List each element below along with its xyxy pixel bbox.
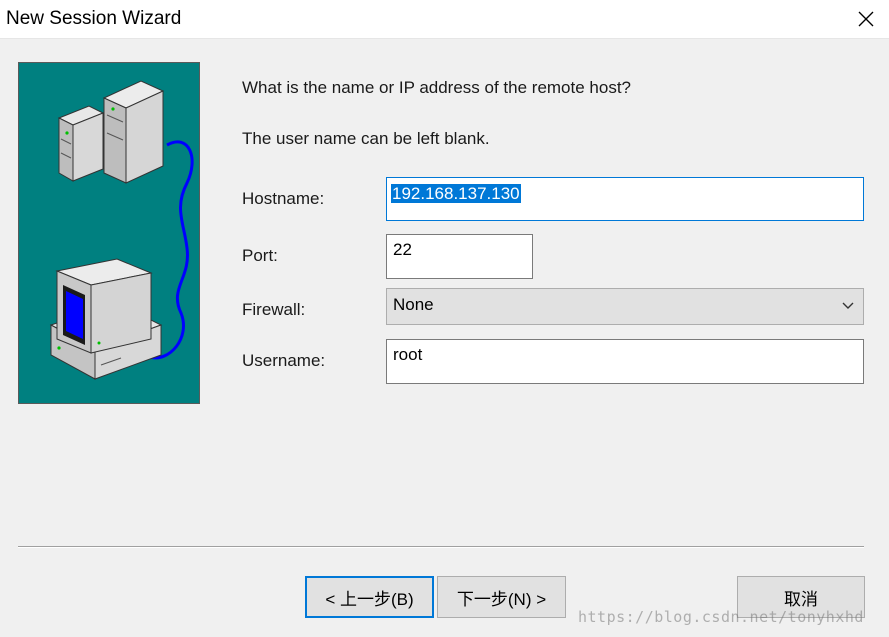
prompt-hint: The user name can be left blank. bbox=[242, 129, 490, 148]
username-label: Username: bbox=[242, 351, 326, 370]
window-title: New Session Wizard bbox=[6, 8, 182, 29]
close-button[interactable] bbox=[843, 0, 889, 38]
chevron-down-icon bbox=[842, 302, 854, 309]
hostname-input[interactable]: 192.168.137.130 bbox=[386, 177, 864, 221]
network-illustration bbox=[49, 80, 194, 380]
prompt-question: What is the name or IP address of the re… bbox=[242, 78, 631, 97]
wizard-illustration bbox=[18, 62, 200, 404]
port-label: Port: bbox=[242, 246, 278, 265]
next-button[interactable]: 下一步(N) > bbox=[437, 576, 566, 618]
firewall-value: None bbox=[393, 295, 434, 314]
username-value: root bbox=[393, 345, 423, 364]
hostname-value: 192.168.137.130 bbox=[391, 184, 521, 203]
title-bar: New Session Wizard bbox=[0, 0, 889, 39]
watermark: https://blog.csdn.net/tonyhxhd bbox=[578, 608, 864, 626]
username-input[interactable]: root bbox=[386, 339, 864, 384]
back-button[interactable]: < 上一步(B) bbox=[305, 576, 434, 618]
port-value: 22 bbox=[393, 240, 412, 259]
firewall-select[interactable]: None bbox=[386, 288, 864, 325]
footer-separator bbox=[18, 546, 864, 548]
computer-icon bbox=[49, 258, 163, 380]
port-input[interactable]: 22 bbox=[386, 234, 533, 279]
close-icon bbox=[858, 11, 874, 27]
firewall-label: Firewall: bbox=[242, 300, 306, 319]
server-icon bbox=[57, 80, 165, 184]
hostname-label: Hostname: bbox=[242, 189, 325, 208]
